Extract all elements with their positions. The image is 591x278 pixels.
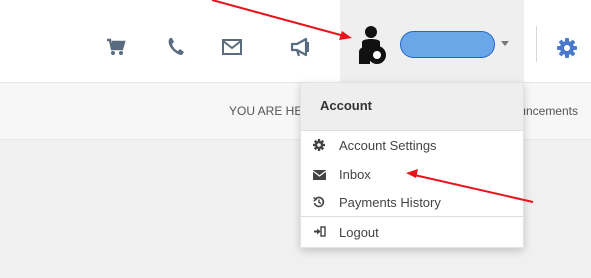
menu-item-label: Logout — [339, 225, 379, 240]
megaphone-icon[interactable] — [290, 37, 312, 57]
menu-item-logout[interactable]: Logout — [301, 218, 523, 247]
envelope-icon[interactable] — [222, 39, 242, 55]
phone-icon[interactable] — [167, 37, 185, 57]
account-dropdown: Account Account Settings Inbox Payments … — [300, 82, 524, 248]
breadcrumb-prefix: YOU ARE HERE — [229, 104, 303, 118]
menu-item-label: Inbox — [339, 167, 371, 182]
gear-icon — [313, 139, 325, 151]
envelope-icon — [313, 170, 326, 180]
history-icon — [313, 196, 325, 208]
menu-item-label: Account Settings — [339, 138, 437, 153]
caret-down-icon[interactable] — [501, 41, 509, 46]
menu-item-label: Payments History — [339, 195, 441, 210]
menu-item-account-settings[interactable]: Account Settings — [301, 131, 523, 160]
gear-icon[interactable] — [557, 38, 577, 58]
logout-icon — [314, 226, 326, 237]
dropdown-title: Account — [320, 98, 372, 113]
header-divider — [536, 26, 537, 62]
shopping-cart-icon[interactable] — [106, 38, 126, 56]
menu-divider — [301, 216, 523, 217]
menu-item-inbox[interactable]: Inbox — [301, 160, 523, 189]
username-redacted[interactable] — [400, 31, 495, 58]
menu-item-payments-history[interactable]: Payments History — [301, 188, 523, 217]
user-avatar-icon[interactable] — [356, 24, 392, 66]
dropdown-header: Account — [301, 83, 523, 131]
